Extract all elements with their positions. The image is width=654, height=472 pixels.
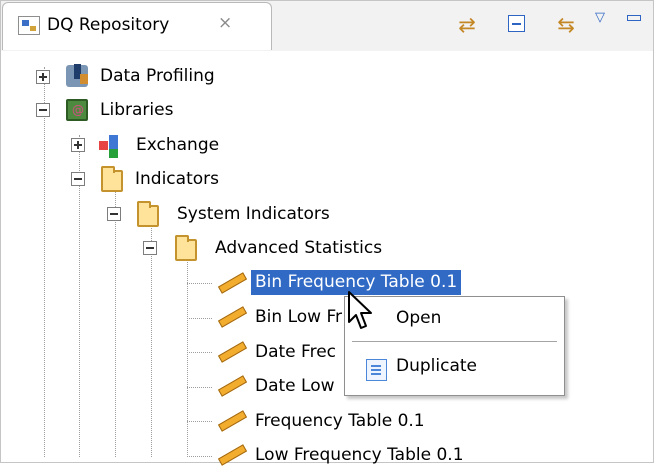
tree-item-label: Date Low [255,376,335,396]
link-with-editor-icon[interactable]: ⇆ [552,11,580,39]
tree-item-label: System Indicators [177,204,330,224]
menu-item-duplicate[interactable]: Duplicate [352,348,558,386]
tree-item-label: Libraries [100,100,174,120]
context-menu: Open Duplicate [344,296,565,396]
repository-icon [18,16,40,35]
folder-icon [175,235,197,261]
folder-icon [137,201,159,227]
expand-toggle[interactable] [36,70,50,84]
tree-item-label: Exchange [136,135,220,155]
tree-item-advanced-statistics[interactable]: Advanced Statistics [141,231,421,265]
minimize-icon[interactable] [627,15,641,21]
tree-guide-line [187,318,212,319]
tree-item-exchange[interactable]: Exchange [69,128,289,162]
tree-item-label: Date Frec [255,342,336,362]
data-profiling-icon [66,64,88,87]
tree-item-date-low[interactable]: Date Low [210,369,350,403]
tree-item-label: Indicators [135,169,219,189]
indicator-icon [215,270,246,294]
tree-item-low-frequency-table[interactable]: Low Frequency Table 0.1 [210,438,530,472]
menu-item-open[interactable]: Open [352,300,558,338]
collapse-toggle[interactable] [107,207,121,221]
menu-item-label: Duplicate [396,356,477,376]
indicator-icon [215,442,246,466]
indicator-icon [215,373,246,397]
tree-item-system-indicators[interactable]: System Indicators [105,197,365,231]
menu-item-label: Open [396,308,442,328]
tree-guide-line [187,352,212,353]
libraries-icon [66,99,88,121]
dq-repository-view: DQ Repository × ⇄ ⇆ ▽ Data Profiling Lib… [0,0,654,465]
indicator-icon [215,304,246,328]
expand-toggle[interactable] [71,138,85,152]
tree-guide-line [187,421,212,422]
close-icon[interactable]: × [218,13,232,33]
indicator-icon [215,408,246,432]
menu-separator [352,341,557,342]
tree-item-bin-low-frequency[interactable]: Bin Low Fr [210,300,350,334]
exchange-icon [98,133,120,155]
repository-tree[interactable]: Data Profiling Libraries Exchange Indica… [1,51,653,465]
collapse-toggle[interactable] [36,103,50,117]
tree-guide-line [187,456,212,457]
folder-icon [101,166,123,192]
mouse-pointer-icon [348,291,372,329]
tree-guide-line [187,283,212,284]
collapse-toggle[interactable] [143,241,157,255]
tree-item-label: Frequency Table 0.1 [255,411,425,431]
view-tab-bar: DQ Repository × ⇄ ⇆ ▽ [1,1,653,51]
tab-title: DQ Repository [47,15,170,35]
tree-guide-line [187,387,212,388]
tree-item-label: Low Frequency Table 0.1 [255,445,464,465]
duplicate-icon [366,359,387,381]
tree-item-data-profiling[interactable]: Data Profiling [34,59,284,93]
sync-icon[interactable]: ⇄ [453,11,481,39]
tree-item-frequency-table[interactable]: Frequency Table 0.1 [210,404,470,438]
tree-item-indicators[interactable]: Indicators [69,162,289,196]
indicator-icon [215,339,246,363]
tree-item-date-frequency[interactable]: Date Frec [210,335,350,369]
collapse-toggle[interactable] [71,172,85,186]
view-menu-icon[interactable]: ▽ [595,10,623,38]
tree-item-libraries[interactable]: Libraries [34,93,284,127]
tree-item-label: Bin Low Fr [255,307,342,327]
tree-item-label: Advanced Statistics [215,238,383,258]
collapse-all-icon[interactable] [508,15,525,32]
tree-guide-line [187,242,188,457]
dq-repository-tab[interactable]: DQ Repository × [2,2,272,50]
tree-item-label: Data Profiling [100,66,215,86]
